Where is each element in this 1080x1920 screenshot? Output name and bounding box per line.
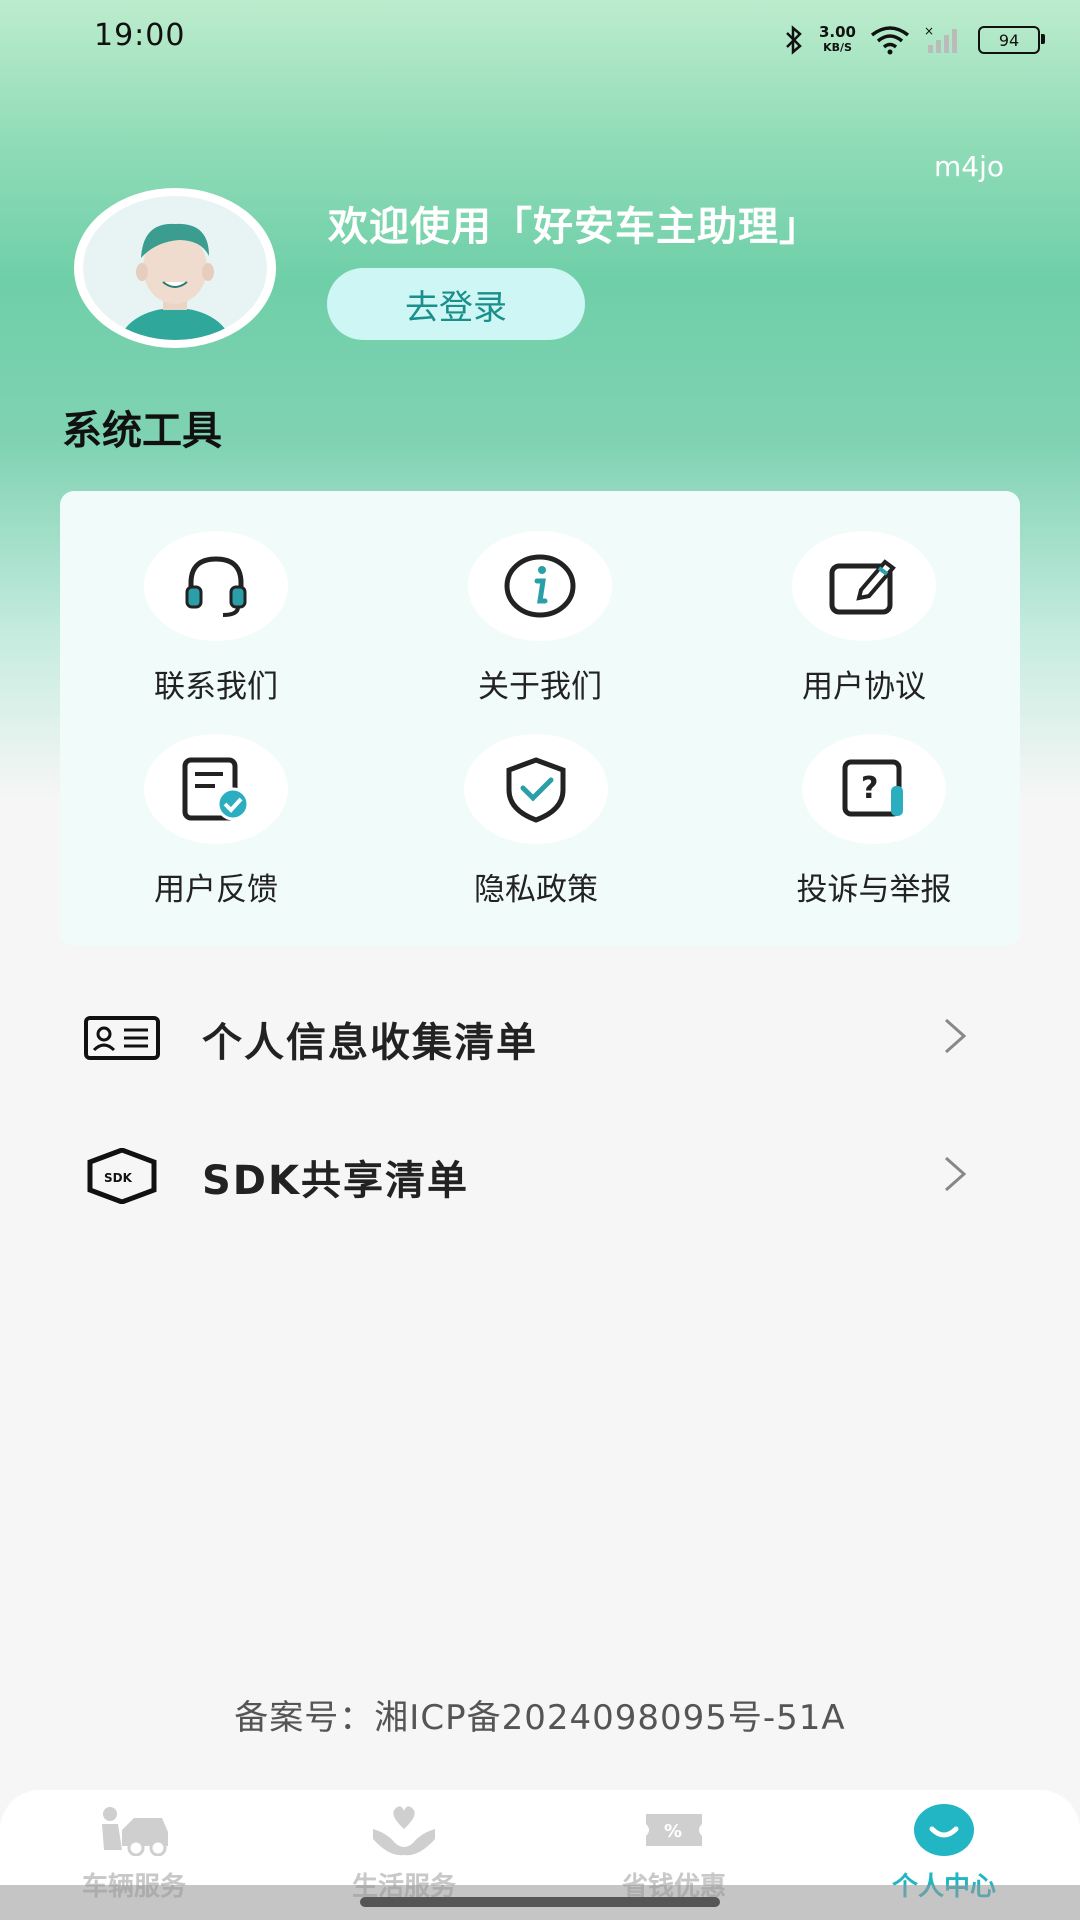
svg-text:?: ?: [861, 771, 878, 806]
list-item-label: SDK共享清单: [202, 1158, 470, 1204]
home-indicator-bar: [0, 1885, 1080, 1920]
list-item-personal-info[interactable]: 个人信息收集清单: [0, 988, 1080, 1088]
svg-text:SDK: SDK: [104, 1171, 133, 1185]
status-time: 19:00: [94, 18, 186, 53]
tool-privacy-policy[interactable]: 隐私政策: [416, 734, 656, 909]
system-tools-panel: 联系我们 关于我们 用户协议 用户反馈 隐私政策 ? 投诉与举报: [60, 491, 1020, 946]
shield-icon: [506, 757, 566, 823]
coupon-icon: %: [646, 1814, 702, 1846]
tool-contact-us[interactable]: 联系我们: [96, 531, 336, 706]
status-icons: 3.00 KB/S × 94: [783, 20, 1045, 60]
sdk-icon: SDK: [87, 1148, 157, 1204]
icp-record: 备案号：湘ICP备2024098095号-51A: [234, 1698, 846, 1738]
svg-text:×: ×: [924, 25, 934, 38]
tool-about-us[interactable]: 关于我们: [420, 531, 660, 706]
tool-label: 用户反馈: [154, 872, 278, 908]
tool-user-agreement[interactable]: 用户协议: [744, 531, 984, 706]
tool-label: 关于我们: [478, 669, 602, 705]
network-speed-unit: KB/S: [823, 41, 852, 54]
list-item-sdk-sharing[interactable]: SDK SDK共享清单: [0, 1126, 1080, 1226]
avatar[interactable]: [74, 188, 276, 348]
network-speed: 3.00 KB/S: [819, 25, 856, 55]
id-card-icon: [84, 1016, 160, 1060]
battery-indicator: 94: [978, 26, 1045, 54]
list-item-label: 个人信息收集清单: [202, 1020, 538, 1066]
tool-label: 投诉与举报: [796, 872, 952, 908]
status-bar: 19:00 3.00 KB/S × 94: [0, 0, 1080, 76]
tool-label: 隐私政策: [474, 872, 598, 908]
chevron-right-icon: [945, 1018, 967, 1054]
info-icon: [504, 554, 576, 618]
user-tag: m4jo: [934, 150, 1004, 183]
chevron-right-icon: [945, 1156, 967, 1192]
svg-text:%: %: [664, 1821, 682, 1842]
car-service-icon: [102, 1807, 168, 1856]
headset-icon: [185, 556, 247, 617]
tool-label: 用户协议: [802, 669, 926, 705]
tool-complaint-report[interactable]: ? 投诉与举报: [754, 734, 994, 909]
section-title-tools: 系统工具: [62, 408, 222, 454]
welcome-text: 欢迎使用「好安车主助理」: [328, 204, 820, 250]
bluetooth-icon: [786, 25, 802, 55]
feedback-icon: [182, 757, 250, 821]
wifi-icon: [870, 26, 910, 55]
avatar-person-icon: [119, 223, 231, 340]
tool-label: 联系我们: [154, 669, 278, 705]
home-indicator[interactable]: [360, 1897, 720, 1907]
edit-icon: [829, 559, 896, 615]
network-speed-value: 3.00: [818, 23, 856, 41]
question-report-icon: ?: [842, 759, 903, 817]
tool-user-feedback[interactable]: 用户反馈: [96, 734, 336, 909]
login-button[interactable]: 去登录: [327, 268, 585, 340]
signal-icon: ×: [924, 25, 957, 53]
life-service-icon: [373, 1806, 435, 1856]
profile-icon: [914, 1804, 974, 1856]
